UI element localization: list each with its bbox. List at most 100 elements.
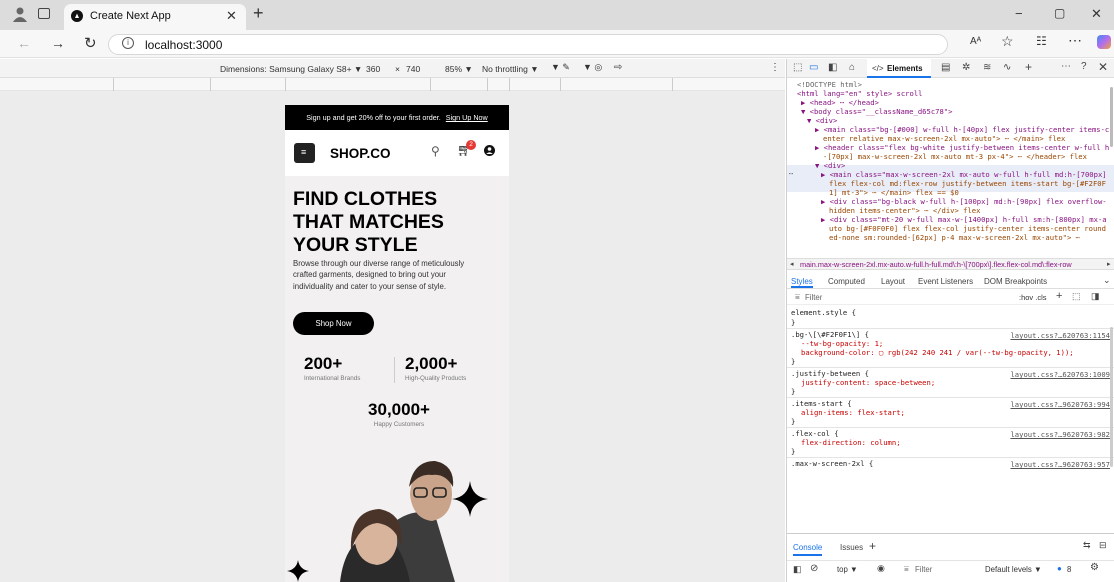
- device-mode-icon[interactable]: ▭: [809, 62, 818, 73]
- breadcrumb-text[interactable]: main.max-w-screen-2xl.mx-auto.w-full.h-f…: [800, 260, 1105, 269]
- bug-icon[interactable]: ✲: [962, 62, 970, 73]
- rule-source-link[interactable]: layout.css?…9620763:957: [1010, 460, 1110, 469]
- throttling-select[interactable]: No throttling ▼: [482, 64, 539, 74]
- sensors-icon[interactable]: ▼ ✎: [551, 62, 570, 73]
- styles-filter-input[interactable]: Filter: [805, 293, 822, 302]
- close-tab-icon[interactable]: ✕: [226, 8, 237, 24]
- device-dimensions-select[interactable]: Dimensions: Samsung Galaxy S8+ ▼: [220, 64, 362, 74]
- tab-issues[interactable]: Issues: [840, 543, 863, 552]
- tab-computed[interactable]: Computed: [828, 277, 865, 286]
- rule-selector[interactable]: .items-start {: [791, 399, 852, 408]
- computed-toggle-icon[interactable]: ⬚: [1072, 291, 1081, 302]
- console-settings-gear-icon[interactable]: ⚙: [1090, 562, 1099, 573]
- shop-now-button[interactable]: Shop Now: [293, 312, 374, 335]
- profile-avatar-icon[interactable]: [12, 6, 28, 22]
- dom-line[interactable]: uto bg-[#F0F0F0] flex flex-col justify-c…: [829, 224, 1106, 233]
- console-tab-icon[interactable]: ▤: [941, 62, 950, 73]
- context-select[interactable]: top ▼: [837, 565, 858, 574]
- dom-line[interactable]: ▶ <head> ⋯ </head>: [801, 98, 879, 107]
- dom-line[interactable]: ▶ <div class="bg-black w-full h-[100px] …: [821, 197, 1107, 206]
- chevron-down-icon[interactable]: ⌄: [1103, 275, 1111, 286]
- rule-selector[interactable]: .flex-col {: [791, 429, 839, 438]
- browser-tab[interactable]: Create Next App ✕: [64, 4, 246, 30]
- rule-source-link[interactable]: layout.css?…620763:1009: [1010, 370, 1110, 379]
- rule-selector[interactable]: .max-w-screen-2xl {: [791, 459, 873, 468]
- favorite-star-icon[interactable]: ☆: [1001, 33, 1014, 50]
- rule-selector[interactable]: .justify-between {: [791, 369, 869, 378]
- device-height-input[interactable]: 740: [406, 64, 420, 74]
- devtools-more-icon[interactable]: ⋯: [1061, 61, 1071, 72]
- rule-selector[interactable]: element.style {: [791, 308, 856, 317]
- rule-property[interactable]: --tw-bg-opacity: 1;: [801, 339, 883, 348]
- rule-source-link[interactable]: layout.css?…620763:1154: [1010, 331, 1110, 340]
- breadcrumb-left-arrow-icon[interactable]: ◂: [790, 260, 794, 268]
- menu-button[interactable]: ≡: [294, 143, 315, 163]
- maximize-button[interactable]: ▢: [1054, 6, 1065, 20]
- console-sidebar-icon[interactable]: ◧: [793, 564, 802, 575]
- tab-event-listeners[interactable]: Event Listeners: [918, 277, 973, 286]
- dom-line[interactable]: ▶ <main class="bg-[#000] w-full h-[40px]…: [815, 125, 1109, 134]
- dock-icon[interactable]: ◧: [828, 62, 837, 73]
- drawer-close-icon[interactable]: ⊟: [1099, 540, 1107, 551]
- dom-ellipsis[interactable]: ⋯: [789, 169, 793, 178]
- close-window-button[interactable]: ✕: [1091, 6, 1102, 22]
- rule-source-link[interactable]: layout.css?…9620763:982: [1010, 430, 1110, 439]
- site-logo[interactable]: SHOP.CO: [330, 146, 391, 161]
- console-filter-input[interactable]: Filter: [915, 565, 932, 574]
- tab-layout[interactable]: Layout: [881, 277, 905, 286]
- rule-property[interactable]: justify-content: space-between;: [801, 378, 935, 387]
- new-rule-plus-icon[interactable]: +: [1056, 290, 1062, 302]
- close-devtools-icon[interactable]: ✕: [1098, 60, 1108, 74]
- more-tabs-plus-icon[interactable]: +: [1025, 60, 1032, 74]
- dom-line[interactable]: flex flex-col md:flex-row justify-betwee…: [829, 179, 1106, 188]
- forward-arrow-icon[interactable]: →: [51, 35, 65, 51]
- rotate-icon[interactable]: ▼ ◎: [583, 62, 602, 73]
- inspect-icon[interactable]: ⬚: [793, 62, 802, 73]
- hov-cls-toggle[interactable]: :hov .cls: [1019, 293, 1047, 302]
- help-icon[interactable]: ?: [1081, 61, 1087, 72]
- rule-selector[interactable]: .bg-\[\#F2F0F1\] {: [791, 330, 869, 339]
- dom-line[interactable]: -[70px] max-w-screen-2xl mx-auto mt-3 px…: [823, 152, 1087, 161]
- dom-line[interactable]: ▼ <body class="__className_d65c78">: [801, 107, 952, 116]
- tab-elements[interactable]: Elements </>: [867, 59, 931, 78]
- device-toolbar-more-icon[interactable]: ⋮: [770, 62, 780, 73]
- dom-line[interactable]: 1] mt-3"> ⋯ </main> flex == $0: [829, 188, 959, 197]
- performance-icon[interactable]: ∿: [1003, 62, 1011, 73]
- log-levels-select[interactable]: Default levels ▼: [985, 565, 1042, 574]
- tab-dom-breakpoints[interactable]: DOM Breakpoints: [984, 277, 1047, 286]
- attribution-icon[interactable]: Aᴬ: [970, 36, 981, 47]
- dom-line[interactable]: ▶ <div class="mt-20 w-full max-w-[1400px…: [821, 215, 1107, 224]
- workspaces-icon[interactable]: [38, 8, 50, 19]
- dom-line[interactable]: ▼ <div>: [815, 161, 845, 170]
- dom-line[interactable]: ed-none sm:rounded-[62px] p-4 max-w-scre…: [829, 233, 1080, 242]
- drawer-dock-icon[interactable]: ⇆: [1083, 540, 1091, 551]
- promo-signup-link[interactable]: Sign Up Now: [446, 113, 488, 122]
- issues-count[interactable]: 8: [1067, 565, 1071, 574]
- new-tab-button[interactable]: +: [253, 3, 264, 24]
- rule-property[interactable]: flex-direction: column;: [801, 438, 901, 447]
- dom-line[interactable]: hidden items-center"> ⋯ </div> flex: [829, 206, 980, 215]
- tab-console[interactable]: Console: [793, 543, 823, 556]
- collections-icon[interactable]: ☷: [1036, 34, 1047, 48]
- tab-styles[interactable]: Styles: [791, 277, 813, 288]
- dom-line[interactable]: <!DOCTYPE html>: [797, 80, 862, 89]
- dom-line[interactable]: enter relative max-w-screen-2xl mx-auto"…: [823, 134, 1065, 143]
- copilot-icon[interactable]: [1097, 35, 1111, 49]
- dom-line[interactable]: ▶ <main class="max-w-screen-2xl mx-auto …: [821, 170, 1107, 179]
- minimize-button[interactable]: −: [1015, 6, 1023, 21]
- search-icon[interactable]: ⚲: [431, 144, 440, 158]
- account-icon[interactable]: [484, 145, 495, 156]
- dom-line[interactable]: <html lang="en" style> scroll: [797, 89, 923, 98]
- zoom-select[interactable]: 85% ▼: [445, 64, 473, 74]
- dom-line[interactable]: ▶ <header class="flex bg-white justify-b…: [815, 143, 1109, 152]
- url-input[interactable]: i localhost:3000: [108, 34, 948, 55]
- rule-property[interactable]: align-items: flex-start;: [801, 408, 905, 417]
- dom-scrollbar[interactable]: [1110, 87, 1113, 147]
- device-width-input[interactable]: 360: [366, 64, 380, 74]
- live-expression-eye-icon[interactable]: ◉: [877, 563, 885, 574]
- rule-source-link[interactable]: layout.css?…9620763:994: [1010, 400, 1110, 409]
- device-frame-icon[interactable]: ⇨: [614, 62, 622, 73]
- add-drawer-tab[interactable]: +: [869, 539, 876, 553]
- more-menu-icon[interactable]: ⋯: [1068, 32, 1082, 49]
- site-info-icon[interactable]: i: [122, 37, 134, 49]
